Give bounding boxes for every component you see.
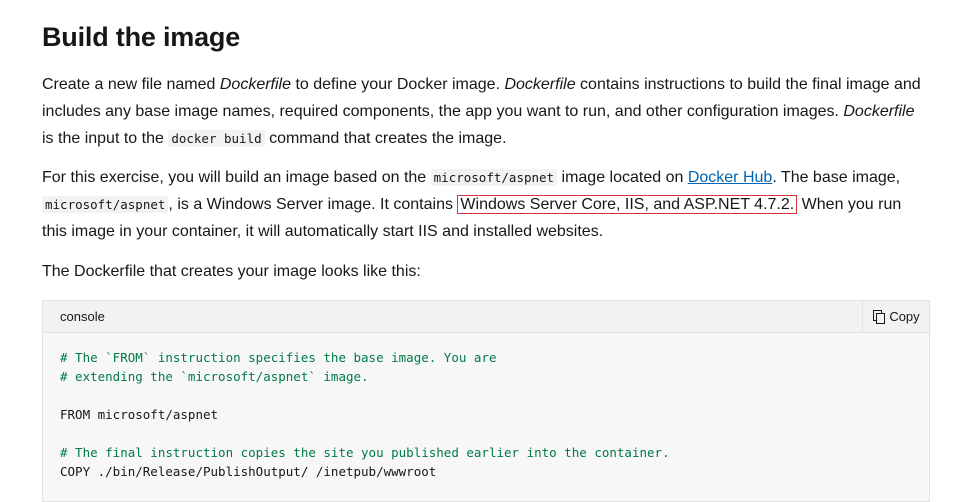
text: . The base image, <box>772 169 901 186</box>
text: For this exercise, you will build an ima… <box>42 169 431 186</box>
emphasis-dockerfile: Dockerfile <box>504 76 576 93</box>
inline-code: microsoft/aspnet <box>42 196 169 213</box>
copy-button[interactable]: Copy <box>862 301 929 332</box>
code-block-header: console Copy <box>43 301 929 333</box>
intro-paragraph: Create a new file named Dockerfile to de… <box>42 71 930 152</box>
highlighted-text: Windows Server Core, IIS, and ASP.NET 4.… <box>457 195 798 214</box>
section-heading: Build the image <box>42 22 241 52</box>
code-line: COPY ./bin/Release/PublishOutput/ /inetp… <box>60 464 437 479</box>
text: is the input to the <box>42 130 169 147</box>
text: Create a new file named <box>42 76 220 93</box>
code-block: console Copy # The `FROM` instruction sp… <box>42 300 930 502</box>
code-language-label: console <box>60 309 105 324</box>
code-line: # The `FROM` instruction specifies the b… <box>60 350 497 365</box>
code-line: FROM microsoft/aspnet <box>60 407 219 422</box>
text: to define your Docker image. <box>291 76 505 93</box>
code-content: # The `FROM` instruction specifies the b… <box>60 348 670 481</box>
dockerfile-intro-paragraph: The Dockerfile that creates your image l… <box>42 263 421 280</box>
text: image located on <box>557 169 688 186</box>
docker-hub-link[interactable]: Docker Hub <box>688 169 772 186</box>
base-image-paragraph: For this exercise, you will build an ima… <box>42 164 930 245</box>
code-line: # The final instruction copies the site … <box>60 445 670 460</box>
copy-label: Copy <box>889 309 920 324</box>
copy-icon <box>872 309 886 324</box>
code-line: # extending the `microsoft/aspnet` image… <box>60 369 369 384</box>
emphasis-dockerfile: Dockerfile <box>219 76 292 93</box>
text: , is a Windows Server image. It contains <box>168 196 458 213</box>
inline-code: microsoft/aspnet <box>430 169 558 186</box>
text: command that creates the image. <box>264 130 507 147</box>
inline-code: docker build <box>168 130 265 147</box>
emphasis-dockerfile: Dockerfile <box>843 103 915 120</box>
